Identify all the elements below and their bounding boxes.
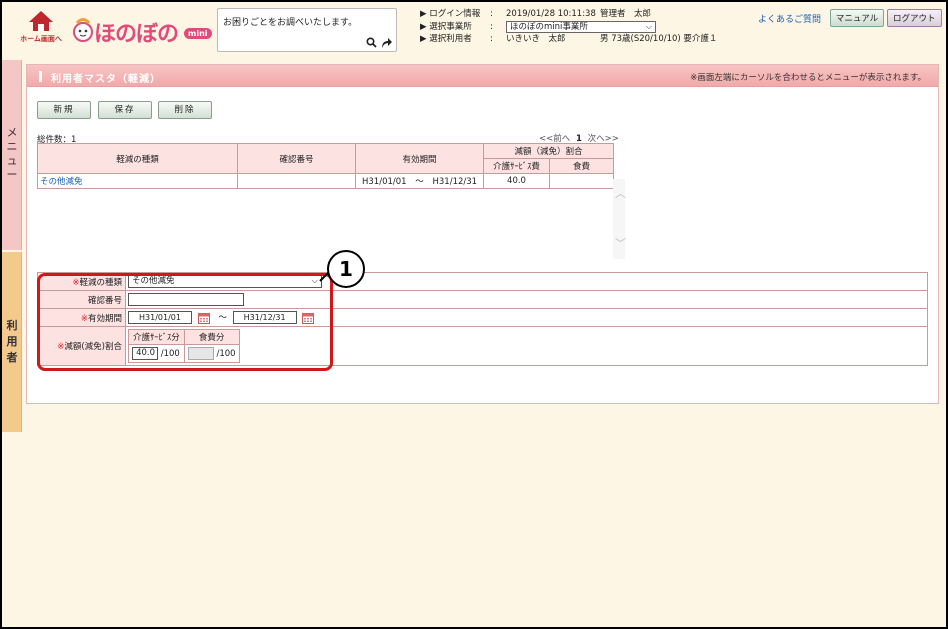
col-care: 介護ｻｰﾋﾞｽ費: [483, 158, 550, 174]
app-logo: ほのぼの mini: [72, 12, 212, 48]
help-text: お困りごとをお調べいたします。: [223, 18, 358, 28]
logo-badge: mini: [184, 28, 212, 39]
col-confirm: 確認番号: [237, 143, 356, 174]
header: ホーム画面へ ほのぼの mini お困りごとをお調べいたします。 ▶ ログイン情…: [2, 2, 946, 58]
side-menu-label: メニュー: [6, 126, 18, 181]
selected-user-label: ▶ 選択利用者: [420, 34, 472, 44]
home-icon: [29, 11, 53, 31]
highlight-box: [37, 273, 333, 371]
selected-user-detail: 男 73歳(S20/10/10) 要介護１: [600, 34, 718, 44]
callout-number: 1: [327, 250, 365, 288]
office-row: ▶ 選択事業所 : ほのぼのmini事業所 ⌵: [420, 20, 750, 34]
row-confirm: [237, 173, 356, 189]
logout-button[interactable]: ログアウト: [887, 9, 942, 27]
manual-button[interactable]: マニュアル: [829, 9, 885, 27]
delete-button[interactable]: 削除: [158, 101, 212, 119]
row-type-link[interactable]: その他減免: [37, 173, 238, 189]
selected-user-row: ▶ 選択利用者 : いきいき 太郎 男 73歳(S20/10/10) 要介護１: [420, 34, 718, 44]
home-button[interactable]: ホーム画面へ: [16, 10, 66, 48]
logo-mascot-icon: [73, 18, 93, 42]
top-links: よくあるご質問 マニュアル ログアウト: [758, 9, 942, 27]
faq-link[interactable]: よくあるご質問: [758, 15, 821, 25]
row-food: [549, 173, 614, 189]
session-info: ▶ ログイン情報 : 2019/01/28 10:11:38 管理者 太郎 ▶ …: [420, 8, 750, 46]
selected-user-name: いきいき 太郎: [506, 34, 566, 44]
save-button[interactable]: 保存: [98, 101, 152, 119]
panel-title-bar: 利用者マスタ（軽減） ※画面左端にカーソルを合わせるとメニューが表示されます。: [27, 65, 938, 87]
help-search-box[interactable]: お困りごとをお調べいたします。: [217, 8, 397, 52]
page-title: 利用者マスタ（軽減）: [51, 74, 161, 85]
col-ratio-group: 減額（減免）割合: [483, 143, 614, 159]
forward-arrow-icon[interactable]: [380, 36, 393, 49]
col-type: 軽減の種類: [37, 143, 238, 174]
office-select[interactable]: ほのぼのmini事業所 ⌵: [506, 20, 656, 33]
chevron-down-icon[interactable]: ﹀: [615, 235, 626, 251]
side-user-label: 利用者: [6, 319, 18, 364]
login-info-label: ▶ ログイン情報: [420, 9, 481, 19]
login-user: 管理者 太郎: [600, 9, 652, 19]
home-label: ホーム画面へ: [20, 35, 62, 43]
side-user-tab[interactable]: 利用者: [2, 252, 22, 432]
new-button[interactable]: 新規: [37, 101, 91, 119]
menu-hint-note: ※画面左端にカーソルを合わせるとメニューが表示されます。: [690, 73, 926, 83]
chevron-up-icon[interactable]: ︿: [615, 185, 626, 201]
col-period: 有効期間: [355, 143, 484, 174]
side-menu-tab[interactable]: メニュー: [2, 60, 22, 250]
col-food: 食費: [549, 158, 614, 174]
logo-text: ほのぼの: [94, 22, 179, 47]
relief-list-table: 軽減の種類 確認番号 有効期間 減額（減免）割合 介護ｻｰﾋﾞｽ費 食費 その他…: [37, 143, 614, 189]
login-time: 2019/01/28 10:11:38: [506, 9, 596, 19]
row-care: 40.0: [483, 173, 550, 189]
row-period: H31/01/01 ～ H31/12/31: [355, 173, 484, 189]
search-icon[interactable]: [366, 37, 377, 48]
chevron-down-icon: ⌵: [645, 21, 652, 31]
app-window: ホーム画面へ ほのぼの mini お困りごとをお調べいたします。 ▶ ログイン情…: [0, 0, 948, 629]
table-row[interactable]: その他減免 H31/01/01 ～ H31/12/31 40.0: [37, 173, 614, 189]
login-info-row: ▶ ログイン情報 : 2019/01/28 10:11:38 管理者 太郎: [420, 9, 652, 19]
office-label: ▶ 選択事業所: [420, 21, 472, 32]
